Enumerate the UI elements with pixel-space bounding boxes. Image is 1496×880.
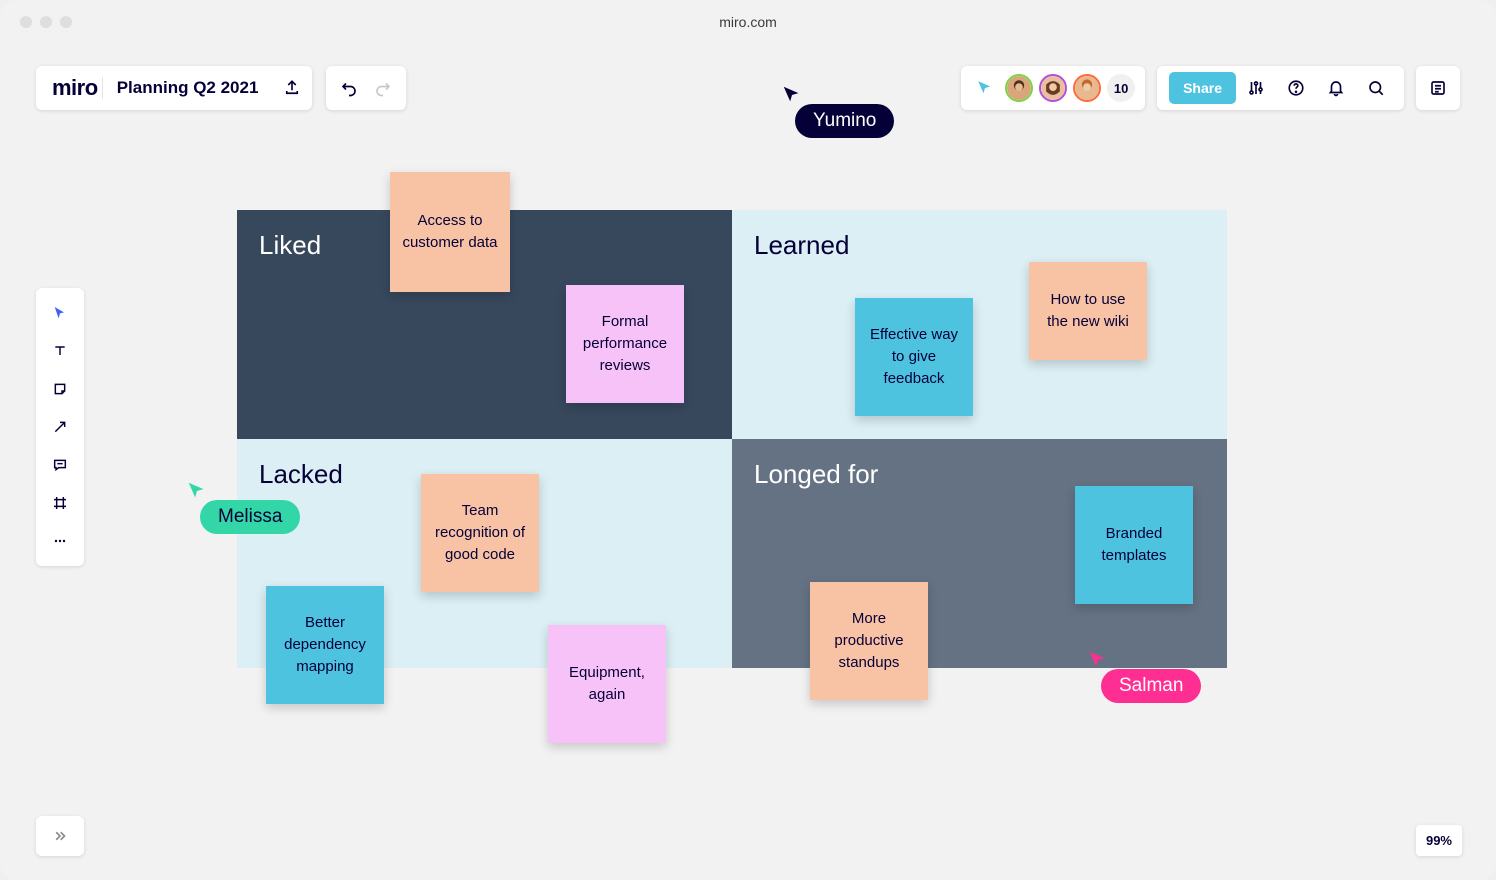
sticky-note[interactable]: Access to customer data: [390, 172, 510, 292]
cursor-label: Yumino: [795, 104, 894, 138]
sticky-note[interactable]: Team recognition of good code: [421, 474, 539, 592]
cursor-icon: [186, 480, 208, 502]
cursor-icon: [1087, 649, 1109, 671]
sticky-note[interactable]: Formal performance reviews: [566, 285, 684, 403]
canvas[interactable]: Liked Learned Lacked Longed for Access t…: [0, 44, 1496, 880]
cursor-label: Melissa: [200, 500, 300, 534]
remote-cursor-yumino: Yumino: [781, 84, 894, 138]
zoom-level[interactable]: 99%: [1416, 825, 1462, 856]
remote-cursor-melissa: Melissa: [186, 480, 300, 534]
app-frame: miro Planning Q2 2021: [0, 44, 1496, 880]
cursor-icon: [781, 84, 803, 106]
window-close-dot[interactable]: [20, 16, 32, 28]
window-minimize-dot[interactable]: [40, 16, 52, 28]
url-text: miro.com: [719, 14, 777, 30]
sticky-note[interactable]: Equipment, again: [548, 625, 666, 743]
window-controls: [20, 16, 72, 28]
sticky-note[interactable]: How to use the new wiki: [1029, 262, 1147, 360]
cursor-label: Salman: [1101, 669, 1201, 703]
chevrons-right-icon: [51, 827, 69, 845]
expand-panel-button[interactable]: [36, 816, 84, 856]
quadrant-learned: Learned: [732, 210, 1227, 439]
sticky-note[interactable]: Effective way to give feedback: [855, 298, 973, 416]
browser-chrome: miro.com: [0, 0, 1496, 44]
quadrant-title: Learned: [754, 230, 1205, 261]
sticky-note[interactable]: Branded templates: [1075, 486, 1193, 604]
sticky-note[interactable]: Better dependency mapping: [266, 586, 384, 704]
remote-cursor-salman: Salman: [1087, 649, 1201, 703]
window-maximize-dot[interactable]: [60, 16, 72, 28]
sticky-note[interactable]: More productive standups: [810, 582, 928, 700]
